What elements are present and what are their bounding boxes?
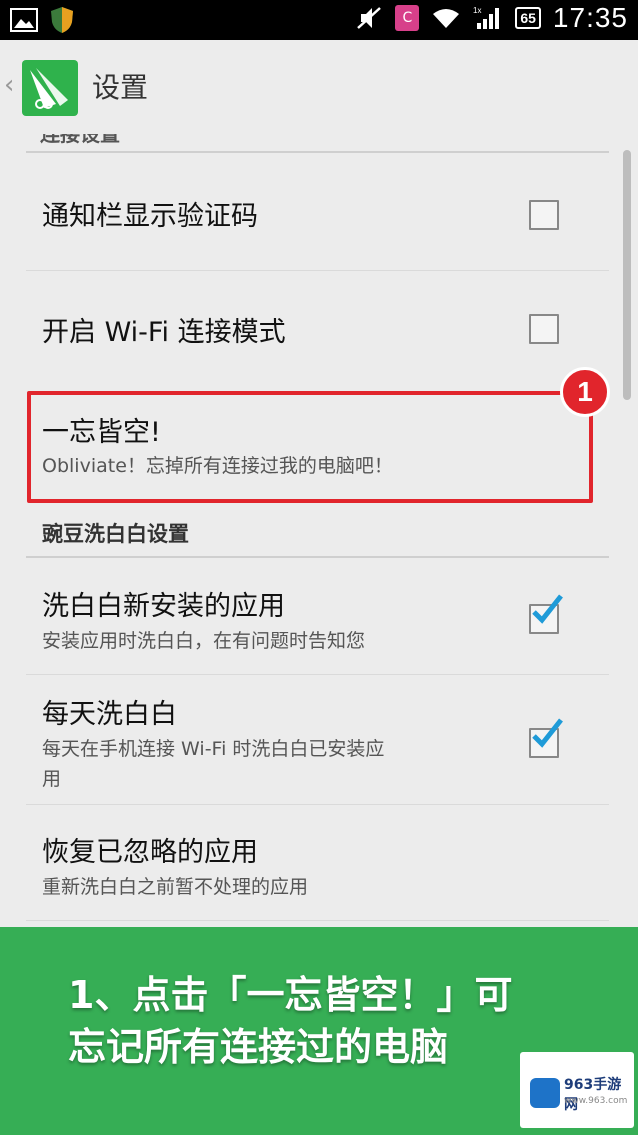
- wifi-icon: [433, 9, 460, 28]
- app-logo-icon[interactable]: [22, 60, 78, 116]
- checkbox-wash-daily[interactable]: [529, 718, 563, 758]
- watermark-logo-icon: [530, 1078, 560, 1108]
- back-chevron-icon[interactable]: ‹: [4, 70, 14, 100]
- caption-line-1: 1、点击「一忘皆空！」可: [68, 973, 513, 1017]
- svg-text:1x: 1x: [473, 6, 481, 15]
- status-bar: C 1x 65 17:35: [0, 0, 638, 40]
- checkbox-notification-code[interactable]: [529, 200, 559, 230]
- broom-icon: [30, 68, 68, 109]
- setting-title: 通知栏显示验证码: [42, 201, 258, 232]
- clock: 17:35: [552, 2, 628, 33]
- divider: [26, 804, 609, 805]
- caption-text: 1、点击「一忘皆空！」可 忘记所有连接过的电脑: [68, 969, 588, 1073]
- page-title: 设置: [92, 71, 149, 104]
- app-notification-icon: C: [395, 5, 420, 31]
- checkbox-wash-new-apps[interactable]: [529, 594, 563, 634]
- setting-title: 开启 Wi-Fi 连接模式: [42, 317, 286, 348]
- divider: [26, 674, 609, 675]
- section-divider: [26, 151, 609, 153]
- setting-summary: 每天在手机连接 Wi-Fi 时洗白白已安装应: [42, 738, 385, 760]
- battery-indicator: 65: [515, 7, 541, 29]
- section-header-wash: 豌豆洗白白设置: [42, 522, 189, 546]
- setting-summary-cont: 用: [42, 768, 62, 790]
- section-divider: [26, 556, 609, 558]
- checkmark-icon: [532, 594, 563, 624]
- mute-icon: [357, 7, 382, 29]
- section-header-connection: 连接设置: [40, 134, 120, 146]
- status-bar-left: [10, 6, 74, 34]
- watermark-text: 963手游网: [564, 1077, 622, 1113]
- signal-icon: 1x: [473, 6, 500, 29]
- status-bar-right: C 1x 65 17:35: [355, 0, 628, 36]
- checkmark-icon: [532, 718, 563, 748]
- setting-summary: 重新洗白白之前暂不处理的应用: [42, 876, 309, 898]
- scrollbar[interactable]: [623, 150, 631, 400]
- watermark: 963手游网 www.963.com: [520, 1052, 634, 1128]
- watermark-sub: www.963.com: [564, 1096, 628, 1106]
- action-bar: ‹ 设置: [0, 40, 638, 134]
- divider: [26, 920, 609, 921]
- setting-title: 每天洗白白: [42, 699, 177, 730]
- setting-title: 恢复已忽略的应用: [42, 837, 258, 868]
- gallery-icon: [10, 8, 38, 32]
- divider: [26, 270, 609, 271]
- checkbox-wifi-mode[interactable]: [529, 314, 559, 344]
- setting-summary: 安装应用时洗白白，在有问题时告知您: [42, 630, 366, 652]
- setting-title: 洗白白新安装的应用: [42, 591, 285, 622]
- step-badge: 1: [560, 367, 610, 417]
- highlight-box: [27, 391, 593, 503]
- shield-icon: [51, 7, 73, 33]
- caption-line-2: 忘记所有连接过的电脑: [68, 1025, 449, 1069]
